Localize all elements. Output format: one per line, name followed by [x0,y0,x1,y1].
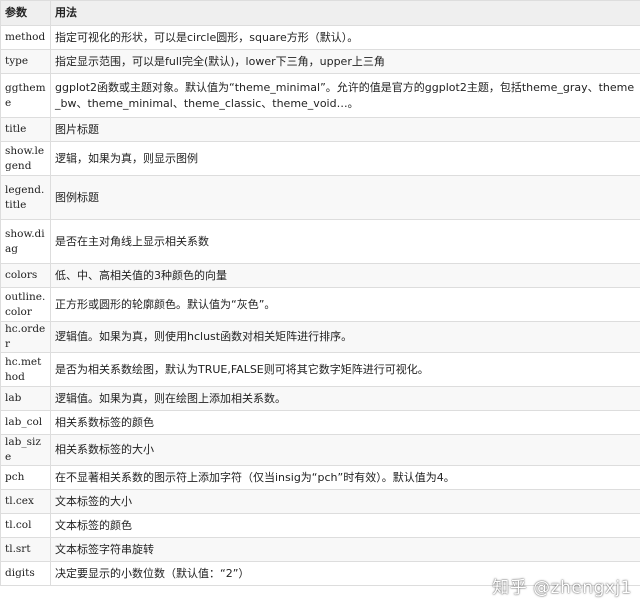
param-name-cell: tl.srt [0,537,51,562]
param-name-cell: lab_col [0,410,51,435]
table-row: colors 低、中、高相关值的3种颜色的向量 [0,263,640,288]
param-usage-cell: 指定显示范围，可以是full完全(默认)，lower下三角，upper上三角 [50,49,640,74]
param-usage-cell: 是否在主对角线上显示相关系数 [50,219,640,264]
param-usage-cell: 低、中、高相关值的3种颜色的向量 [50,263,640,288]
table-row: hc.order 逻辑值。如果为真，则使用hclust函数对相关矩阵进行排序。 [0,321,640,353]
param-usage-cell: 图片标题 [50,117,640,142]
table-row: tl.col 文本标签的颜色 [0,513,640,538]
header-param: 参数 [0,0,51,26]
table-row: title 图片标题 [0,117,640,142]
table-row: legend.title 图例标题 [0,175,640,220]
param-name-cell: hc.method [0,352,51,387]
param-name-cell: tl.cex [0,489,51,514]
param-usage-cell: 相关系数标签的大小 [50,434,640,466]
param-name-cell: type [0,49,51,74]
param-name-cell: ggtheme [0,73,51,118]
param-usage-cell: 文本标签字符串旋转 [50,537,640,562]
table-row: lab 逻辑值。如果为真，则在绘图上添加相关系数。 [0,386,640,411]
param-name-cell: title [0,117,51,142]
param-name-cell: outline.color [0,287,51,322]
param-name-cell: show.legend [0,141,51,176]
table-row: lab_size 相关系数标签的大小 [0,434,640,466]
param-usage-cell: 正方形或圆形的轮廓颜色。默认值为“灰色”。 [50,287,640,322]
table-row: tl.cex 文本标签的大小 [0,489,640,514]
param-usage-cell: 逻辑值。如果为真，则在绘图上添加相关系数。 [50,386,640,411]
param-name-cell: lab [0,386,51,411]
table-row: show.diag 是否在主对角线上显示相关系数 [0,219,640,264]
table-row: outline.color 正方形或圆形的轮廓颜色。默认值为“灰色”。 [0,287,640,322]
param-usage-cell: 在不显著相关系数的图示符上添加字符（仅当insig为“pch”时有效）。默认值为… [50,465,640,490]
param-usage-cell: 图例标题 [50,175,640,220]
param-usage-cell: 逻辑值。如果为真，则使用hclust函数对相关矩阵进行排序。 [50,321,640,353]
param-usage-cell: 逻辑，如果为真，则显示图例 [50,141,640,176]
table-row: lab_col 相关系数标签的颜色 [0,410,640,435]
table-row: show.legend 逻辑，如果为真，则显示图例 [0,141,640,176]
table-row: hc.method 是否为相关系数绘图，默认为TRUE,FALSE则可将其它数字矩… [0,352,640,387]
param-name-cell: lab_size [0,434,51,466]
table-row: tl.srt 文本标签字符串旋转 [0,537,640,562]
param-usage-cell: 是否为相关系数绘图，默认为TRUE,FALSE则可将其它数字矩阵进行可视化。 [50,352,640,387]
param-name-cell: show.diag [0,219,51,264]
watermark: 知乎 @zhengxj1 [492,578,632,598]
param-usage-cell: 文本标签的大小 [50,489,640,514]
param-usage-cell: 文本标签的颜色 [50,513,640,538]
table-row: pch 在不显著相关系数的图示符上添加字符（仅当insig为“pch”时有效）。默… [0,465,640,490]
param-name-cell: hc.order [0,321,51,353]
parameter-table: 参数 用法 method 指定可视化的形状，可以是circle圆形，square方… [0,0,640,586]
table-row: ggtheme ggplot2函数或主题对象。默认值为“theme_minimal… [0,73,640,118]
param-name-cell: legend.title [0,175,51,220]
table-header-row: 参数 用法 [0,0,640,26]
header-usage: 用法 [50,0,640,26]
param-name-cell: pch [0,465,51,490]
table-row: method 指定可视化的形状，可以是circle圆形，square方形（默认）。 [0,25,640,50]
param-name-cell: colors [0,263,51,288]
param-name-cell: tl.col [0,513,51,538]
param-usage-cell: ggplot2函数或主题对象。默认值为“theme_minimal”。允许的值是… [50,73,640,118]
param-name-cell: digits [0,561,51,586]
param-name-cell: method [0,25,51,50]
param-usage-cell: 相关系数标签的颜色 [50,410,640,435]
table-row: type 指定显示范围，可以是full完全(默认)，lower下三角，upper上… [0,49,640,74]
param-usage-cell: 指定可视化的形状，可以是circle圆形，square方形（默认）。 [50,25,640,50]
